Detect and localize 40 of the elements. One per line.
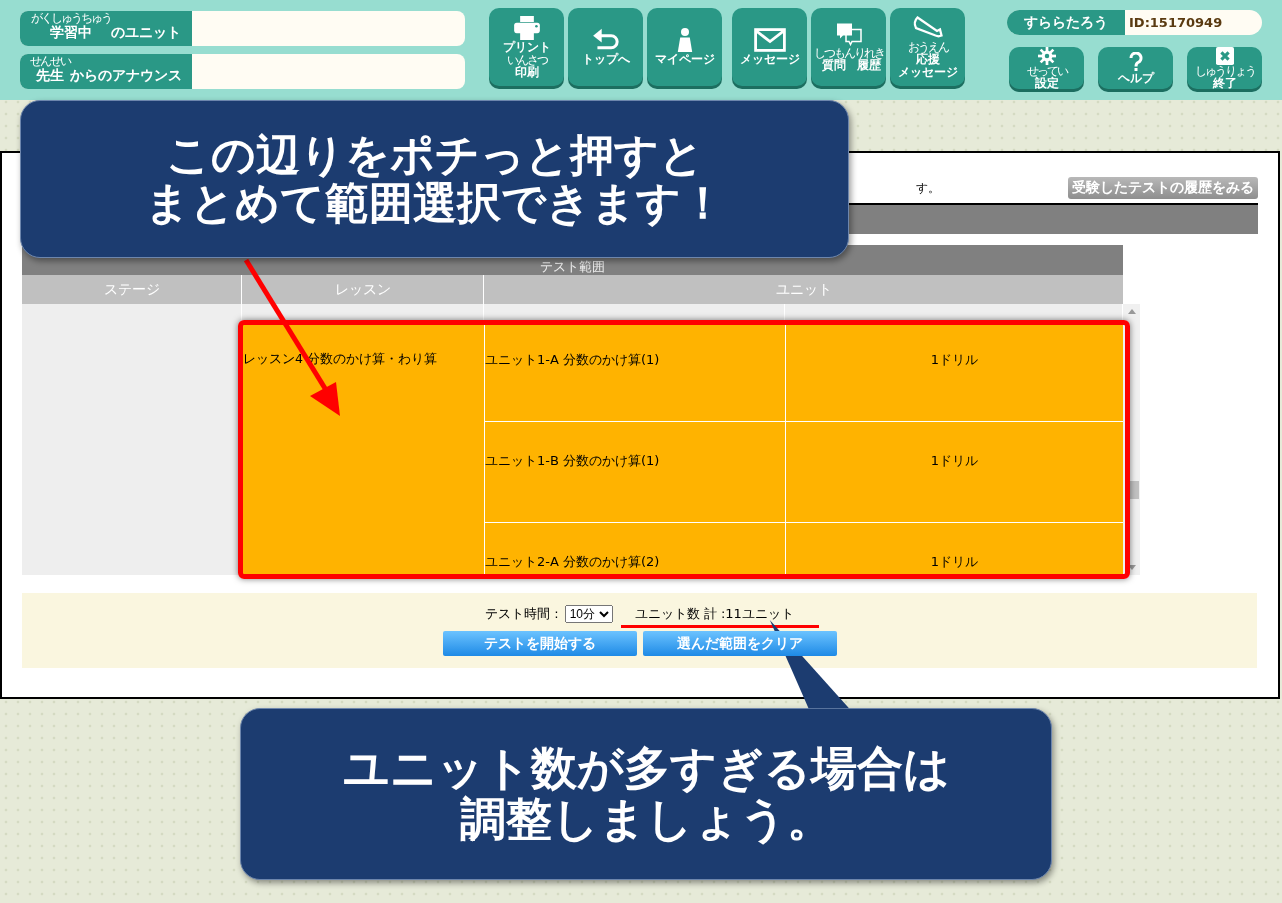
callout-text: この辺りをポチっと押すと	[165, 130, 704, 179]
label-text: のユニット	[111, 24, 181, 42]
furigana: せんせい	[30, 55, 70, 67]
table-title: テスト範囲	[540, 260, 605, 274]
notice-text: す。	[916, 179, 940, 197]
table-cell[interactable]: ユニット2-A 分数のかけ算(2)	[484, 523, 785, 575]
table-cell: 1ドリル	[785, 523, 1123, 575]
unit-count: ユニット数 計 :11ユニット	[634, 605, 794, 623]
nav-button[interactable]: おうえん 応援 メッセージ	[890, 8, 965, 86]
label-text: 先生	[36, 67, 64, 85]
utility-button[interactable]: しゅうりょう 終了	[1187, 47, 1262, 89]
label-text: からのアナウンス	[70, 67, 182, 85]
furigana: がくしゅうちゅう	[31, 12, 111, 24]
time-dropdown[interactable]: 10分	[564, 605, 613, 623]
nav-button[interactable]: トップへ	[568, 8, 643, 86]
close-box-icon	[1215, 46, 1234, 65]
question-mark-icon	[1128, 51, 1143, 72]
callout-text: 調整しましょう。	[459, 794, 833, 845]
start-button[interactable]: テストを開始する	[442, 631, 637, 656]
user-id: ID:15170949	[1128, 14, 1223, 32]
nav-button[interactable]: マイページ	[647, 8, 722, 86]
column-header: ステージ	[22, 275, 242, 304]
callout-text: ユニット数が多すぎる場合は	[342, 743, 950, 794]
nav-button[interactable]: プリント いんさつ 印刷	[489, 8, 564, 86]
history-button[interactable]: 受験したテストの履歴をみる	[1068, 177, 1258, 199]
nav-button[interactable]: メッセージ	[732, 8, 807, 86]
user-name: すららたろう	[1007, 10, 1125, 35]
nav-button[interactable]: しつもん 質問 りれき 履歴	[811, 8, 886, 86]
table-cell[interactable]: ユニット1-B 分数のかけ算(1)	[484, 422, 785, 523]
gear-icon	[1037, 46, 1056, 65]
callout-text: まとめて範囲選択できます！	[144, 179, 725, 228]
utility-button[interactable]: ヘルプ	[1098, 47, 1173, 89]
person-icon	[675, 28, 694, 53]
clear-button[interactable]: 選んだ範囲をクリア	[642, 631, 837, 656]
column-header: レッスン	[242, 275, 484, 304]
printer-icon	[511, 15, 542, 40]
table-cell: 1ドリル	[785, 422, 1123, 523]
utility-button[interactable]: せってい 設定	[1009, 47, 1084, 89]
field-label: テスト時間 :	[485, 605, 559, 623]
label-text: 学習中	[50, 24, 92, 42]
